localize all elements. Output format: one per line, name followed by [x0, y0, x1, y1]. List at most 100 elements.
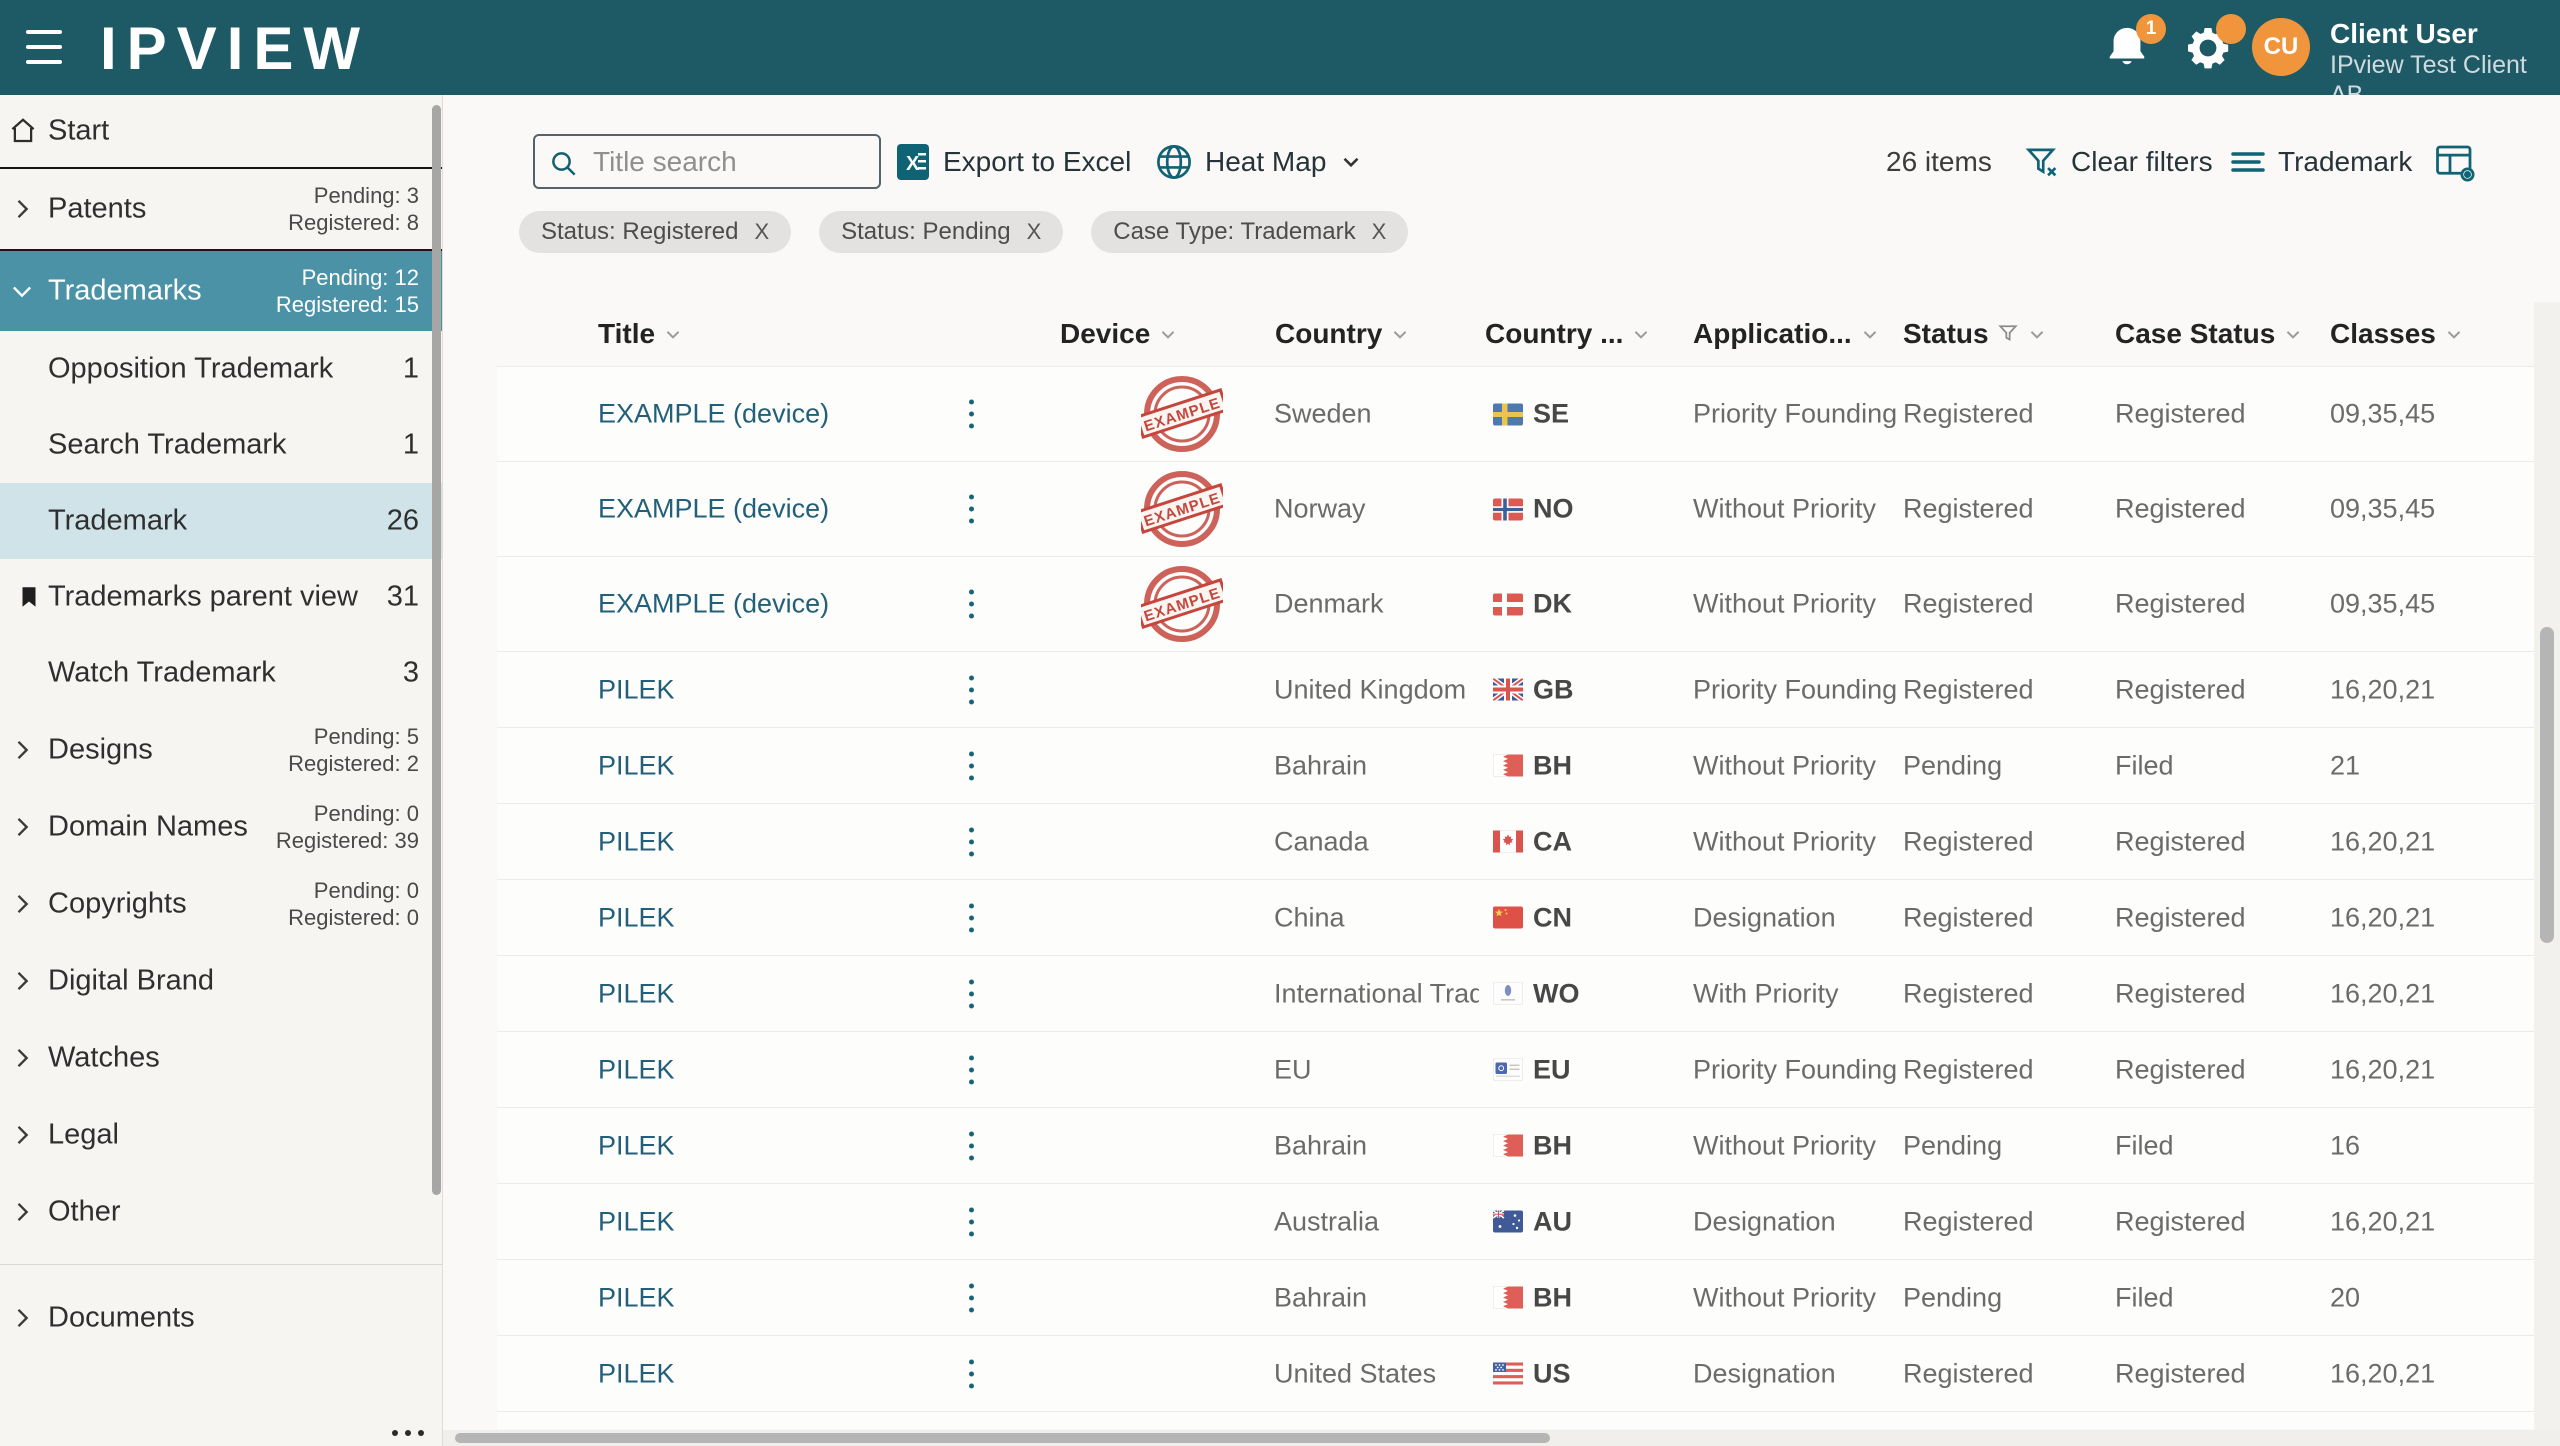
sidebar-more-icon[interactable] [392, 1430, 424, 1436]
table-row[interactable]: PILEKAustraliaAUDesignationRegisteredReg… [497, 1183, 2534, 1259]
application-type-cell: Priority Founding [1693, 1054, 1897, 1085]
sidebar-item-start[interactable]: Start [0, 95, 442, 167]
user-name: Client User [2330, 18, 2560, 50]
row-menu-icon[interactable] [959, 1207, 983, 1236]
column-header-code[interactable]: Country ... [1485, 318, 1651, 350]
sidebar-item-count: 31 [387, 581, 419, 614]
main-content: X Export to Excel Heat Map 26 items Clea… [443, 95, 2560, 1446]
column-header-case[interactable]: Case Status [2115, 318, 2303, 350]
table-row[interactable]: PILEKCanadaCAWithout PriorityRegisteredR… [497, 803, 2534, 879]
column-header-status[interactable]: Status [1903, 318, 2047, 350]
table-row[interactable]: PILEKInternational TrademarkWOWith Prior… [497, 955, 2534, 1031]
table-row[interactable]: EXAMPLE (device)EXAMPLESwedenSEPriority … [497, 366, 2534, 461]
sidebar-item-trademark[interactable]: Trademark26 [0, 483, 442, 559]
title-search-input[interactable] [593, 138, 873, 185]
row-menu-icon[interactable] [959, 400, 983, 429]
table-row[interactable]: PILEKChinaCNDesignationRegisteredRegiste… [497, 879, 2534, 955]
case-title-link[interactable]: PILEK [598, 826, 675, 857]
sidebar-item-trademarks-parent-view[interactable]: Trademarks parent view31 [0, 559, 442, 635]
case-title-link[interactable]: EXAMPLE (device) [598, 399, 829, 430]
vertical-scrollbar-thumb[interactable] [2540, 627, 2554, 943]
export-to-excel-button[interactable]: X Export to Excel [895, 134, 1131, 189]
settings-gear-icon[interactable] [2184, 24, 2232, 72]
sort-chevron-icon [2444, 324, 2464, 344]
row-menu-icon[interactable] [959, 1131, 983, 1160]
column-header-app[interactable]: Applicatio... [1693, 318, 1880, 350]
remove-filter-icon[interactable]: X [1372, 219, 1387, 245]
column-settings-button[interactable] [2435, 134, 2475, 189]
sidebar-item-watches[interactable]: Watches [0, 1019, 442, 1096]
status-cell: Registered [1903, 494, 2034, 525]
row-menu-icon[interactable] [959, 1055, 983, 1084]
view-selector[interactable]: Trademark [2230, 134, 2412, 189]
table-row[interactable]: PILEKEUEUPriority FoundingRegisteredRegi… [497, 1031, 2534, 1107]
items-count: 26 items [1886, 134, 1992, 189]
sidebar-item-label: Documents [48, 1301, 195, 1334]
case-title-link[interactable]: PILEK [598, 1054, 675, 1085]
case-title-link[interactable]: PILEK [598, 1282, 675, 1313]
filter-chip[interactable]: Status: PendingX [819, 211, 1063, 253]
sidebar-item-patents[interactable]: PatentsPending: 3Registered: 8 [0, 169, 442, 249]
sidebar-item-label: Legal [48, 1118, 119, 1151]
column-header-device[interactable]: Device [1060, 318, 1178, 350]
table-row[interactable]: PILEKBahrainBHWithout PriorityPendingFil… [497, 1107, 2534, 1183]
case-title-link[interactable]: PILEK [598, 1130, 675, 1161]
sidebar-item-label: Trademark [48, 505, 187, 538]
row-menu-icon[interactable] [959, 675, 983, 704]
user-avatar[interactable]: CU [2252, 18, 2310, 76]
notifications-bell-icon[interactable]: 1 [2104, 24, 2152, 72]
column-header-title[interactable]: Title [598, 318, 683, 350]
classes-cell: 16 [2330, 1130, 2360, 1161]
column-header-label: Country [1275, 318, 1382, 350]
row-menu-icon[interactable] [959, 751, 983, 780]
menu-icon[interactable] [26, 30, 66, 64]
case-title-link[interactable]: PILEK [598, 1206, 675, 1237]
table-row[interactable]: PILEKUnited KingdomGBPriority FoundingRe… [497, 651, 2534, 727]
remove-filter-icon[interactable]: X [1027, 219, 1042, 245]
case-title-link[interactable]: EXAMPLE (device) [598, 589, 829, 620]
table-row[interactable]: PILEKBahrainBHWithout PriorityPendingFil… [497, 727, 2534, 803]
sidebar-item-label: Patents [48, 193, 146, 226]
sidebar-item-digital-brand[interactable]: Digital Brand [0, 942, 442, 1019]
sidebar-item-watch-trademark[interactable]: Watch Trademark3 [0, 635, 442, 711]
sidebar-item-opposition-trademark[interactable]: Opposition Trademark1 [0, 331, 442, 407]
sidebar-item-search-trademark[interactable]: Search Trademark1 [0, 407, 442, 483]
row-menu-icon[interactable] [959, 979, 983, 1008]
case-title-link[interactable]: EXAMPLE (device) [598, 494, 829, 525]
column-header-country[interactable]: Country [1275, 318, 1410, 350]
row-menu-icon[interactable] [959, 1283, 983, 1312]
table-row[interactable]: PILEKBahrainBHWithout PriorityPendingFil… [497, 1259, 2534, 1335]
row-menu-icon[interactable] [959, 903, 983, 932]
filter-chip[interactable]: Case Type: TrademarkX [1091, 211, 1408, 253]
sidebar-item-legal[interactable]: Legal [0, 1096, 442, 1173]
row-menu-icon[interactable] [959, 827, 983, 856]
row-menu-icon[interactable] [959, 495, 983, 524]
case-title-link[interactable]: PILEK [598, 1358, 675, 1389]
sidebar-item-trademarks[interactable]: TrademarksPending: 12Registered: 15 [0, 251, 442, 331]
sidebar-item-other[interactable]: Other [0, 1173, 442, 1250]
horizontal-scrollbar-thumb[interactable] [455, 1433, 1550, 1443]
table-settings-icon [2435, 142, 2475, 182]
sidebar-scrollbar[interactable] [432, 105, 441, 1195]
table-row[interactable]: EXAMPLE (device)EXAMPLEDenmarkDKWithout … [497, 556, 2534, 651]
case-title-link[interactable]: PILEK [598, 902, 675, 933]
table-row[interactable]: PILEKUnited StatesUSDesignationRegistere… [497, 1335, 2534, 1411]
table-row[interactable]: EXAMPLE (device)EXAMPLENorwayNOWithout P… [497, 461, 2534, 556]
case-title-link[interactable]: PILEK [598, 674, 675, 705]
sidebar-item-domain-names[interactable]: Domain NamesPending: 0Registered: 39 [0, 788, 442, 865]
heat-map-button[interactable]: Heat Map [1155, 134, 1364, 189]
row-menu-icon[interactable] [959, 1359, 983, 1388]
sidebar-item-documents[interactable]: Documents [0, 1279, 442, 1356]
country-cell: Norway [1274, 494, 1479, 525]
sidebar-item-label: Opposition Trademark [48, 353, 333, 386]
case-title-link[interactable]: PILEK [598, 750, 675, 781]
sidebar-item-copyrights[interactable]: CopyrightsPending: 0Registered: 0 [0, 865, 442, 942]
case-title-link[interactable]: PILEK [598, 978, 675, 1009]
remove-filter-icon[interactable]: X [754, 219, 769, 245]
sidebar-item-designs[interactable]: DesignsPending: 5Registered: 2 [0, 711, 442, 788]
sidebar-item-label: Domain Names [48, 810, 248, 843]
row-menu-icon[interactable] [959, 590, 983, 619]
clear-filters-button[interactable]: Clear filters [2025, 134, 2213, 189]
column-header-classes[interactable]: Classes [2330, 318, 2464, 350]
filter-chip[interactable]: Status: RegisteredX [519, 211, 791, 253]
